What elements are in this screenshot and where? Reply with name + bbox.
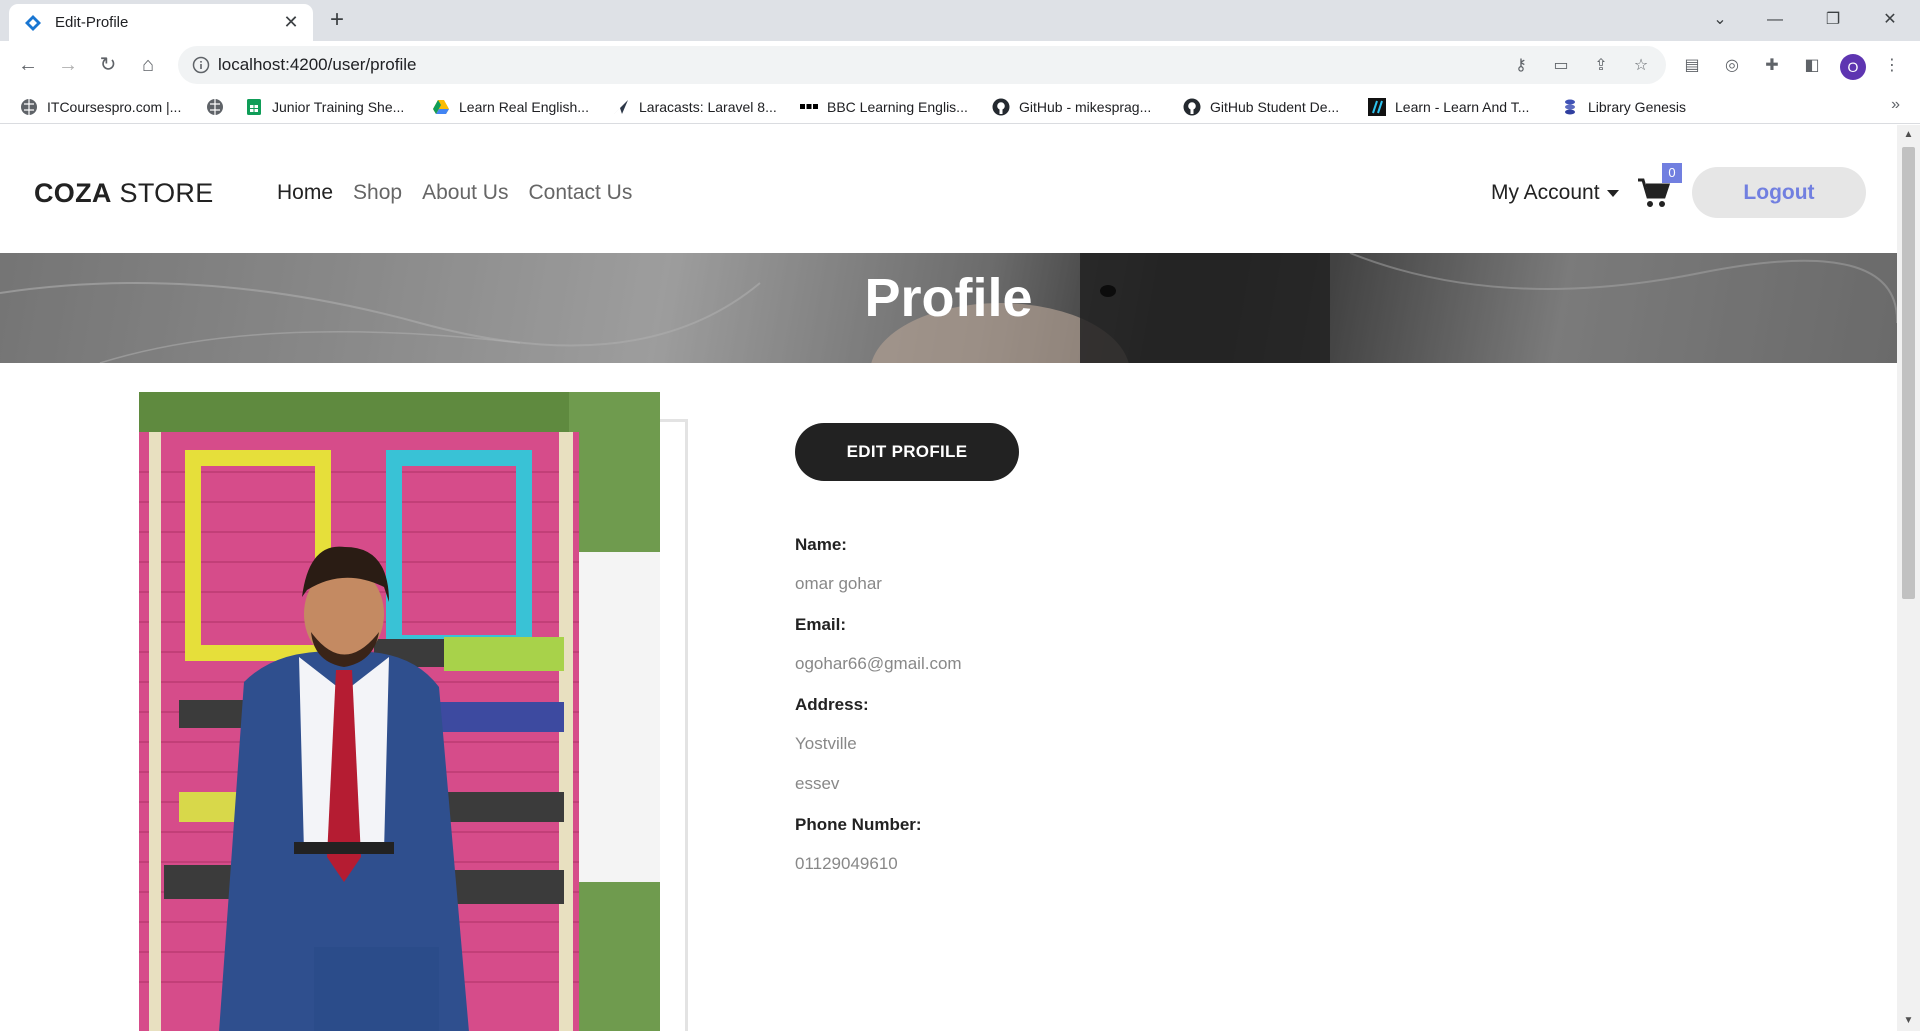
bookmark-item[interactable]: BBC Learning Englis...	[800, 96, 968, 118]
tab-close-icon[interactable]: ✕	[281, 12, 301, 32]
drive-icon	[433, 100, 449, 114]
url-text: localhost:4200/user/profile	[218, 55, 417, 74]
bookmark-item[interactable]: GitHub Student De...	[1183, 96, 1339, 118]
scroll-up-icon[interactable]: ▲	[1897, 127, 1920, 143]
side-panel-icon[interactable]: ◧	[1800, 54, 1824, 78]
caret-down-icon	[1606, 189, 1619, 197]
tab-title: Edit-Profile	[55, 14, 129, 31]
my-account-label: My Account	[1491, 181, 1600, 204]
email-value: ogohar66@gmail.com	[795, 654, 962, 673]
bookmark-item[interactable]	[206, 96, 233, 118]
name-label: Name:	[795, 535, 847, 554]
nav-shop-link[interactable]: Shop	[353, 181, 402, 205]
minimize-button[interactable]: —	[1760, 6, 1790, 34]
menu-kebab-icon[interactable]: ⋮	[1880, 54, 1904, 78]
profile-photo	[139, 392, 660, 1031]
profile-photo-image	[139, 392, 660, 1031]
phone-value: 01129049610	[795, 854, 898, 873]
share-icon[interactable]: ⇪	[1590, 55, 1612, 77]
site-info-icon[interactable]	[192, 56, 210, 74]
laracasts-icon	[614, 100, 628, 114]
site-logo[interactable]: COZA STORE	[34, 178, 214, 209]
close-window-button[interactable]: ✕	[1875, 6, 1905, 34]
address-line1-value: Yostville	[795, 734, 857, 753]
tab-search-icon[interactable]: ⌄	[1705, 6, 1735, 34]
extension-icon[interactable]: ◎	[1720, 54, 1744, 78]
sheets-icon	[247, 99, 261, 115]
github-icon	[992, 98, 1010, 116]
nav-contact-link[interactable]: Contact Us	[528, 181, 632, 205]
bookmark-star-icon[interactable]: ☆	[1630, 55, 1652, 77]
address-line2-value: essev	[795, 774, 840, 793]
new-tab-button[interactable]: +	[324, 8, 350, 34]
browser-tab[interactable]: Edit-Profile ✕	[9, 4, 313, 41]
my-account-dropdown[interactable]: My Account	[1491, 181, 1619, 205]
main-nav: Home Shop About Us Contact Us	[277, 181, 652, 205]
globe-icon	[21, 99, 37, 115]
puzzle-extensions-icon[interactable]: ✚	[1760, 54, 1784, 78]
phone-label: Phone Number:	[795, 815, 922, 834]
logout-button[interactable]: Logout	[1692, 167, 1866, 218]
back-arrow-icon[interactable]: ←	[14, 51, 42, 79]
more-bookmarks-icon[interactable]: »	[1891, 96, 1900, 114]
bookmark-item[interactable]: ITCoursespro.com |...	[20, 96, 181, 118]
globe-icon	[207, 99, 223, 115]
restore-button[interactable]: ❐	[1818, 6, 1848, 34]
edit-profile-button[interactable]: EDIT PROFILE	[795, 423, 1019, 481]
page-scrollbar[interactable]: ▲ ▼	[1897, 125, 1920, 1031]
bookmark-item[interactable]: Junior Training She...	[245, 96, 404, 118]
page-banner: Profile	[0, 253, 1897, 363]
profile-avatar[interactable]: O	[1840, 54, 1866, 80]
cart-count-badge: 0	[1662, 163, 1682, 183]
github-icon	[1183, 98, 1201, 116]
news-extension-icon[interactable]: ▤	[1680, 54, 1704, 78]
scroll-down-icon[interactable]: ▼	[1897, 1013, 1920, 1029]
card-icon[interactable]: ▭	[1550, 55, 1572, 77]
library-icon	[1565, 99, 1575, 115]
email-label: Email:	[795, 615, 847, 634]
nav-home-link[interactable]: Home	[277, 181, 333, 205]
home-icon[interactable]: ⌂	[134, 51, 162, 79]
reload-icon[interactable]: ↻	[94, 51, 122, 79]
scrollbar-thumb[interactable]	[1902, 147, 1915, 599]
angular-favicon-icon	[25, 15, 41, 31]
bookmark-item[interactable]: GitHub - mikesprag...	[992, 96, 1151, 118]
browser-toolbar: ← → ↻ ⌂ localhost:4200/user/profile ⚷ ▭ …	[0, 41, 1920, 90]
learn-icon	[1368, 98, 1386, 116]
bookmark-item[interactable]: Laracasts: Laravel 8...	[612, 96, 777, 118]
bookmark-item[interactable]: Learn Real English...	[432, 96, 589, 118]
forward-arrow-icon[interactable]: →	[54, 51, 82, 79]
name-value: omar gohar	[795, 574, 882, 593]
address-label: Address:	[795, 695, 869, 714]
bbc-icon	[800, 104, 818, 109]
page-title: Profile	[864, 268, 1033, 328]
key-icon[interactable]: ⚷	[1510, 55, 1532, 77]
site-header: COZA STORE Home Shop About Us Contact Us…	[0, 125, 1897, 253]
browser-tab-strip: Edit-Profile ✕ + ⌄ — ❐ ✕	[0, 0, 1920, 41]
nav-about-link[interactable]: About Us	[422, 181, 508, 205]
address-bar[interactable]: localhost:4200/user/profile ⚷ ▭ ⇪ ☆	[178, 46, 1666, 84]
page-viewport: COZA STORE Home Shop About Us Contact Us…	[0, 125, 1897, 1031]
bookmark-item[interactable]: Learn - Learn And T...	[1368, 96, 1529, 118]
bookmark-item[interactable]: Library Genesis	[1561, 96, 1686, 118]
bookmarks-bar: ITCoursespro.com |... Junior Training Sh…	[0, 90, 1920, 124]
